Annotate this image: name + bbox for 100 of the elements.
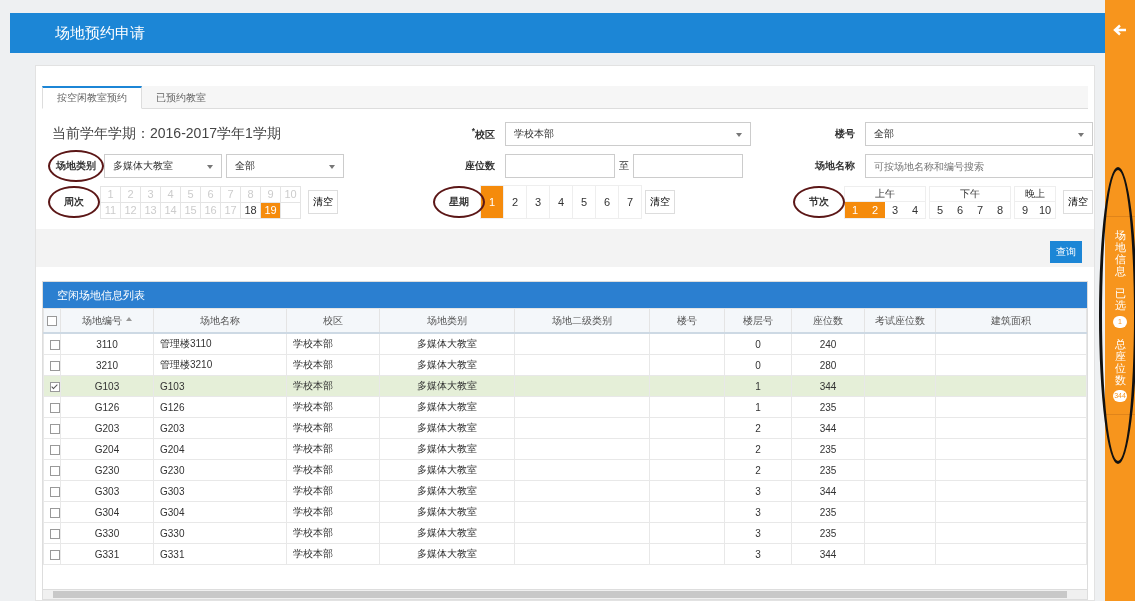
weekday-cell[interactable]: 5: [572, 185, 596, 219]
column-header[interactable]: 场地编号: [60, 308, 154, 333]
table-cell: G330: [160, 527, 185, 539]
weekday-cell[interactable]: 6: [595, 185, 619, 219]
table-cell: G126: [94, 401, 120, 413]
weekday-cell[interactable]: 2: [503, 185, 527, 219]
table-cell: G203: [160, 422, 185, 434]
column-header[interactable]: 考试座位数: [864, 308, 936, 333]
input-field[interactable]: [633, 154, 743, 178]
input-field[interactable]: [505, 154, 615, 178]
table-cell: 多媒体大教室: [417, 548, 477, 559]
tab[interactable]: 按空闲教室预约: [42, 86, 142, 109]
query-button[interactable]: 查询: [1050, 241, 1082, 263]
table-cell: 235: [819, 506, 837, 518]
table-cell: 多媒体大教室: [417, 485, 477, 496]
period-cell[interactable]: 8: [990, 201, 1010, 218]
dropdown[interactable]: 全部: [865, 122, 1093, 146]
table-cell: 240: [819, 338, 837, 350]
column-header[interactable]: 场地名称: [153, 308, 287, 333]
table-cell: 2: [755, 464, 761, 476]
tab[interactable]: 已预约教室: [142, 86, 220, 109]
checkbox[interactable]: [50, 360, 60, 371]
table-cell: 344: [819, 548, 837, 560]
table-cell: 多媒体大教室: [417, 338, 477, 349]
table-cell: 多媒体大教室: [417, 464, 477, 475]
clear-button[interactable]: 清空: [1063, 190, 1093, 214]
table-cell: 学校本部: [293, 422, 333, 433]
page-title: 场地预约申请: [55, 23, 145, 43]
table-cell: 多媒体大教室: [417, 422, 477, 433]
table-cell: 学校本部: [293, 443, 333, 454]
table-cell: G126: [160, 401, 185, 413]
table-cell: G304: [94, 506, 120, 518]
table-cell: 学校本部: [293, 506, 333, 517]
field-label: 场地名称: [814, 159, 856, 173]
weekday-cell[interactable]: 4: [549, 185, 573, 219]
field-label: 场地类别: [52, 159, 100, 173]
checkbox[interactable]: [50, 339, 60, 350]
column-header[interactable]: 楼层号: [724, 308, 792, 333]
table-cell: 多媒体大教室: [417, 401, 477, 412]
table-cell: 多媒体大教室: [417, 380, 477, 391]
search-field[interactable]: 可按场地名称和编号搜索: [865, 154, 1093, 178]
checkbox[interactable]: [50, 465, 60, 476]
checkbox[interactable]: [50, 549, 60, 560]
table-cell: 学校本部: [293, 401, 333, 412]
period-group-label: 上午: [845, 186, 925, 202]
period-cell[interactable]: 5: [930, 201, 950, 218]
column-header[interactable]: 场地二级类别: [514, 308, 650, 333]
dropdown[interactable]: 多媒体大教室: [104, 154, 222, 178]
table-cell: 2: [755, 422, 761, 434]
field-label: 座位数: [464, 159, 496, 173]
checkbox[interactable]: [50, 486, 60, 497]
dropdown[interactable]: 全部: [226, 154, 344, 178]
table-cell: 学校本部: [293, 359, 333, 370]
column-header[interactable]: 场地类别: [379, 308, 515, 333]
table-cell: G331: [94, 548, 120, 560]
weekday-cell[interactable]: 3: [526, 185, 550, 219]
field-label: 楼号: [834, 127, 856, 141]
period-cell[interactable]: 4: [905, 201, 925, 218]
period-cell[interactable]: 10: [1035, 201, 1055, 218]
checkbox[interactable]: [50, 402, 60, 413]
period-cell[interactable]: 9: [1015, 201, 1035, 218]
table-title: 空闲场地信息列表: [57, 287, 145, 303]
table-cell: 235: [819, 527, 837, 539]
table-cell: G304: [160, 506, 185, 518]
period-group-label: 晚上: [1015, 186, 1055, 202]
period-cell[interactable]: 3: [885, 201, 905, 218]
field-label: 周次: [52, 195, 96, 209]
table-cell: 1: [755, 380, 761, 392]
table-cell: G303: [160, 485, 185, 497]
clear-button[interactable]: 清空: [645, 190, 675, 214]
checkbox[interactable]: [50, 528, 60, 539]
clear-button[interactable]: 清空: [308, 190, 338, 214]
column-header[interactable]: 座位数: [791, 308, 865, 333]
table-cell: 3110: [96, 338, 118, 350]
column-header[interactable]: 建筑面积: [935, 308, 1087, 333]
dropdown[interactable]: 学校本部: [505, 122, 751, 146]
checkbox[interactable]: [50, 381, 60, 392]
table-cell: G303: [94, 485, 120, 497]
range-separator: 至: [619, 159, 629, 173]
checkbox[interactable]: [50, 444, 60, 455]
back-arrow-icon[interactable]: [1113, 24, 1127, 36]
table-cell: 多媒体大教室: [417, 527, 477, 538]
table-cell: 344: [819, 380, 837, 392]
horizontal-scrollbar[interactable]: [43, 589, 1087, 599]
column-header[interactable]: 楼号: [649, 308, 725, 333]
checkbox[interactable]: [50, 423, 60, 434]
table-cell: 3: [755, 485, 761, 497]
period-cell[interactable]: 6: [950, 201, 970, 218]
table-cell: 235: [819, 443, 837, 455]
period-cell[interactable]: 7: [970, 201, 990, 218]
checkbox[interactable]: [47, 316, 57, 327]
term-text: 当前学年学期：2016-2017学年1学期: [52, 125, 281, 143]
table-cell: 2: [755, 443, 761, 455]
period-group-label: 下午: [930, 186, 1010, 202]
table-cell: 学校本部: [293, 485, 333, 496]
column-header[interactable]: 校区: [286, 308, 380, 333]
field-label: $^{*}$校区: [470, 125, 496, 143]
weekday-cell[interactable]: 7: [618, 185, 642, 219]
table-cell: G203: [94, 422, 120, 434]
checkbox[interactable]: [50, 507, 60, 518]
